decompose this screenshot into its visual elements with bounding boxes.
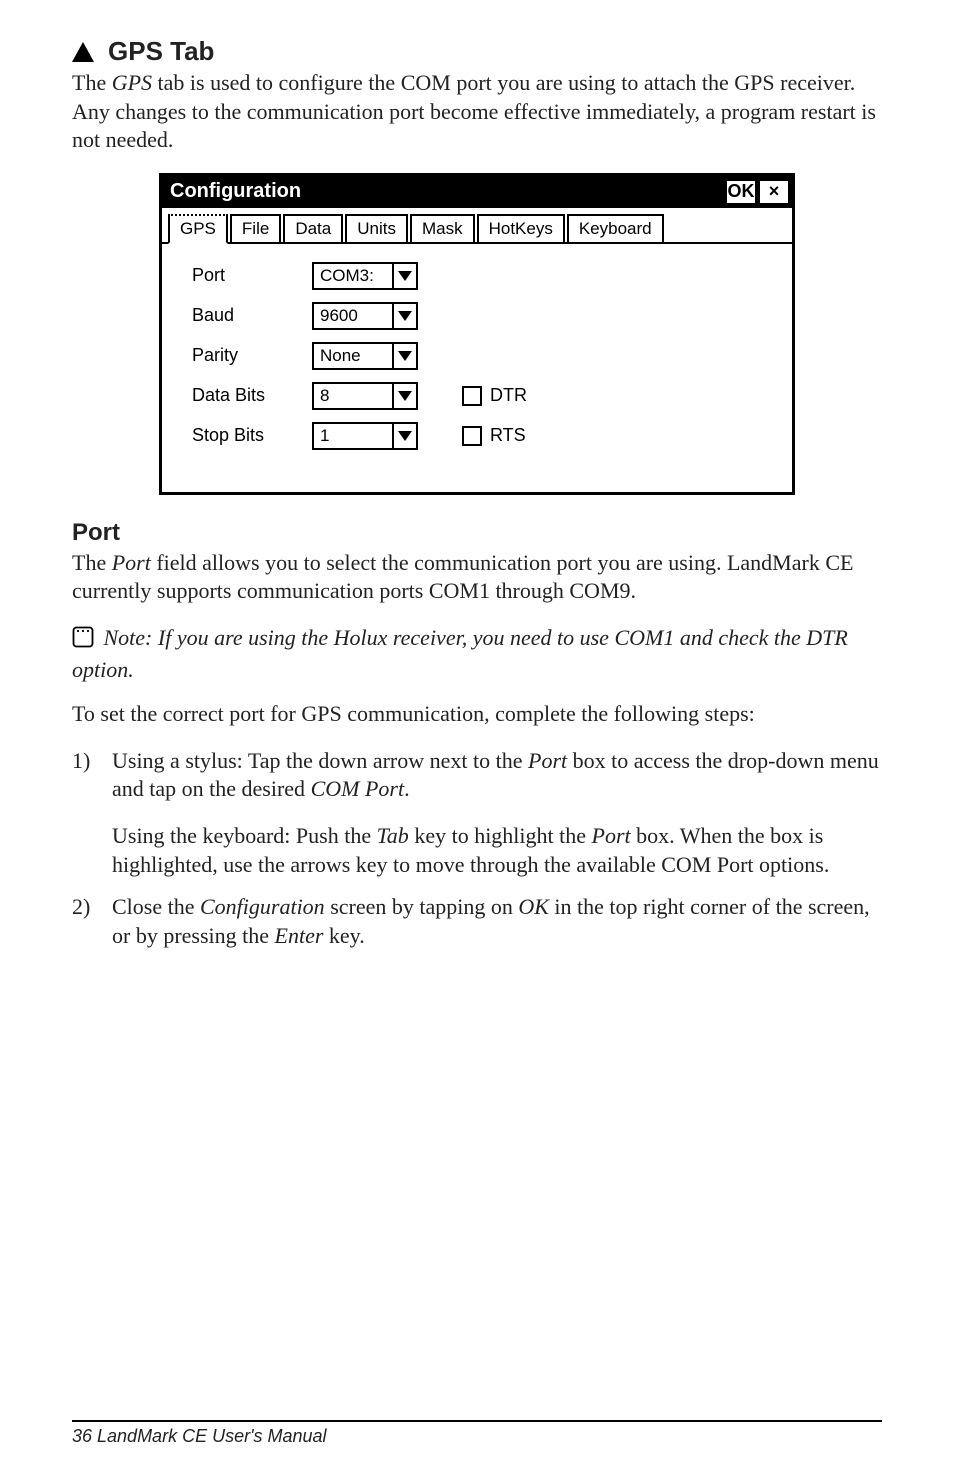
titlebar: Configuration OK ×	[162, 176, 792, 208]
port-combo[interactable]: COM3:	[312, 262, 418, 290]
section-title: GPS Tab	[108, 36, 214, 67]
label-stop-bits: Stop Bits	[192, 425, 312, 446]
parity-value: None	[312, 342, 392, 370]
stop-bits-combo[interactable]: 1	[312, 422, 418, 450]
label-data-bits: Data Bits	[192, 385, 312, 406]
note-icon	[72, 626, 94, 656]
ok-button[interactable]: OK	[726, 180, 756, 204]
stop-bits-value: 1	[312, 422, 392, 450]
baud-value: 9600	[312, 302, 392, 330]
section-header-gps-tab: GPS Tab	[72, 36, 882, 67]
tab-gps[interactable]: GPS	[168, 214, 228, 244]
list-item: 1) Using a stylus: Tap the down arrow ne…	[72, 747, 882, 804]
chevron-down-icon[interactable]	[392, 422, 418, 450]
tab-units[interactable]: Units	[345, 214, 408, 242]
chevron-down-icon[interactable]	[392, 382, 418, 410]
chevron-down-icon[interactable]	[392, 302, 418, 330]
data-bits-value: 8	[312, 382, 392, 410]
tab-body: Port COM3: Baud 9600	[162, 244, 792, 492]
triangle-up-icon	[72, 42, 94, 62]
port-lead: To set the correct port for GPS communic…	[72, 700, 882, 729]
page-footer: 36 LandMark CE User's Manual	[72, 1420, 882, 1447]
tabstrip: GPS File Data Units Mask HotKeys Keyboar…	[162, 208, 792, 244]
sub-header-port: Port	[72, 519, 882, 547]
tab-hotkeys[interactable]: HotKeys	[477, 214, 565, 242]
baud-combo[interactable]: 9600	[312, 302, 418, 330]
configuration-dialog: Configuration OK × GPS File Data Units M…	[159, 173, 795, 495]
tab-keyboard[interactable]: Keyboard	[567, 214, 664, 242]
checkbox-icon	[462, 386, 482, 406]
data-bits-combo[interactable]: 8	[312, 382, 418, 410]
tab-data[interactable]: Data	[283, 214, 343, 242]
dtr-checkbox[interactable]: DTR	[462, 385, 527, 406]
label-baud: Baud	[192, 305, 312, 326]
footer-rule	[72, 1420, 882, 1422]
list-marker: 1)	[72, 747, 100, 804]
port-value: COM3:	[312, 262, 392, 290]
port-body: The Port field allows you to select the …	[72, 549, 882, 606]
list-marker: 2)	[72, 893, 100, 950]
chevron-down-icon[interactable]	[392, 342, 418, 370]
dialog-title: Configuration	[162, 180, 726, 203]
footer-text: 36 LandMark CE User's Manual	[72, 1426, 882, 1447]
note: Note: If you are using the Holux receive…	[72, 624, 882, 684]
list-item-continuation: Using the keyboard: Push the Tab key to …	[112, 822, 882, 879]
checkbox-icon	[462, 426, 482, 446]
section-intro: The GPS tab is used to configure the COM…	[72, 69, 882, 155]
parity-combo[interactable]: None	[312, 342, 418, 370]
dtr-label: DTR	[490, 385, 527, 406]
label-port: Port	[192, 265, 312, 286]
close-button[interactable]: ×	[759, 180, 789, 204]
tab-file[interactable]: File	[230, 214, 281, 242]
rts-checkbox[interactable]: RTS	[462, 425, 526, 446]
list-item: 2) Close the Configuration screen by tap…	[72, 893, 882, 950]
label-parity: Parity	[192, 345, 312, 366]
chevron-down-icon[interactable]	[392, 262, 418, 290]
tab-mask[interactable]: Mask	[410, 214, 475, 242]
rts-label: RTS	[490, 425, 526, 446]
